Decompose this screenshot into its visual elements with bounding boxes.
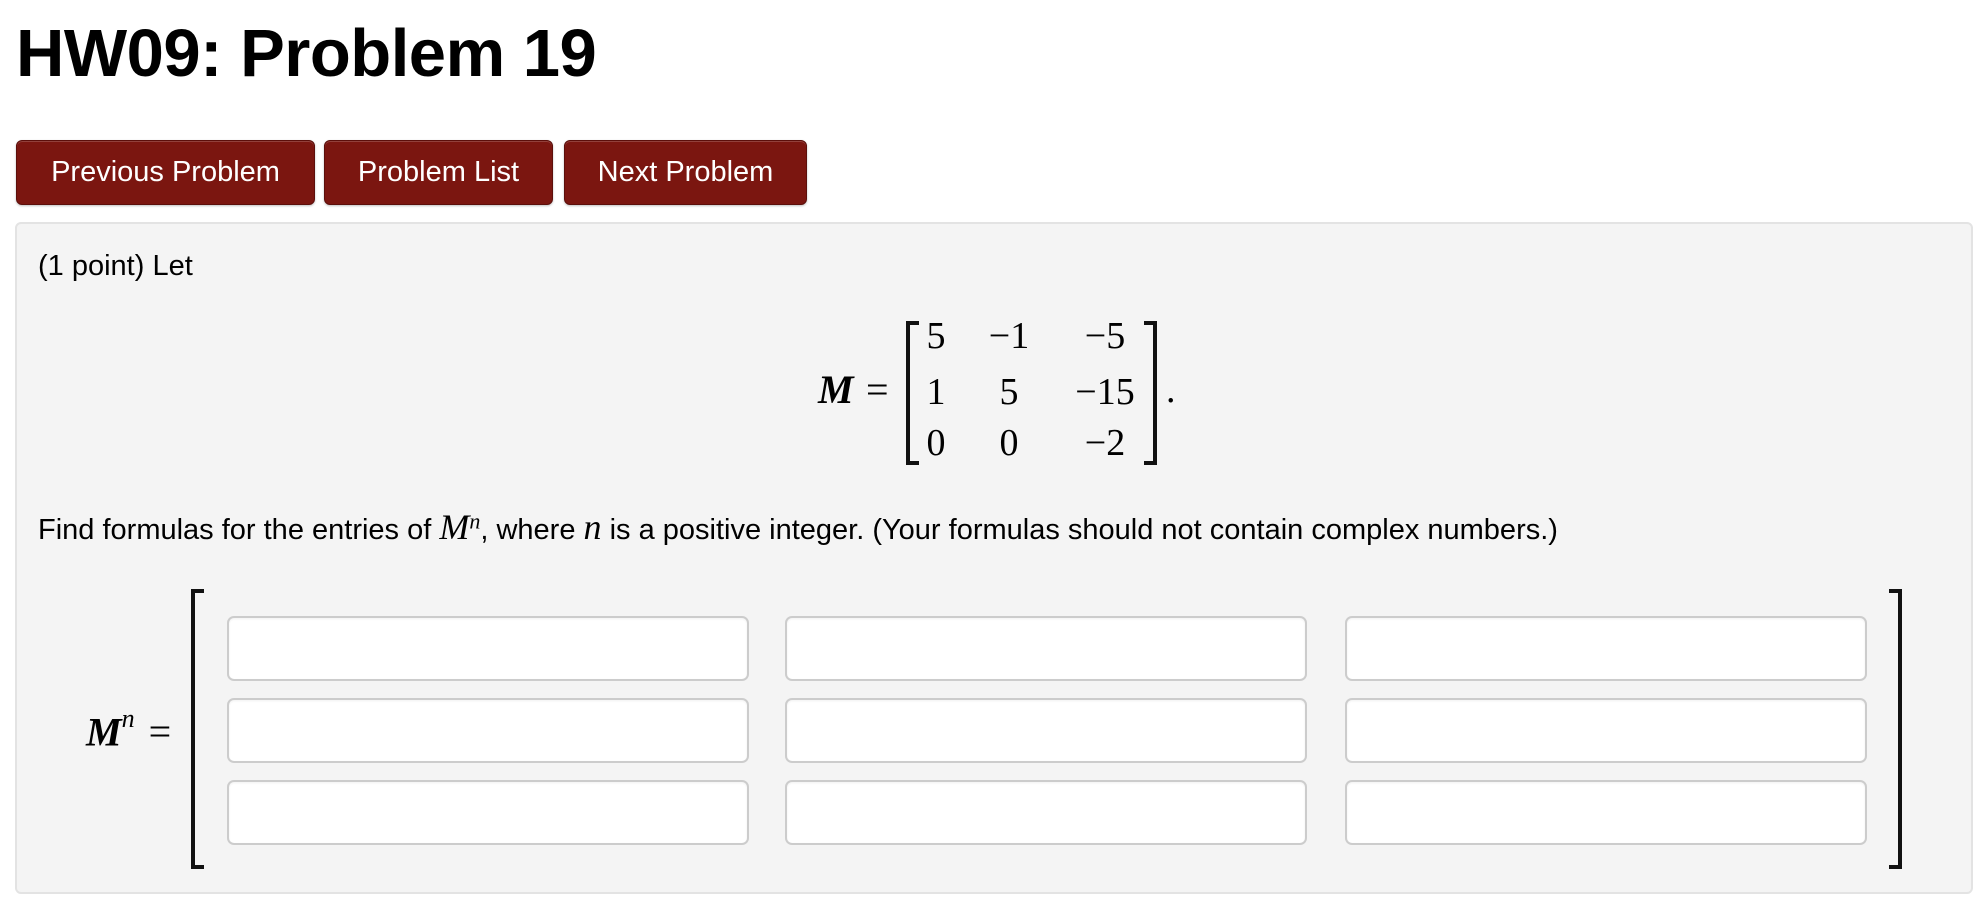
answer-input-r3c2[interactable] [785,780,1307,845]
problem-list-button[interactable]: Problem List [324,140,553,205]
matrix-cell: 5 [926,315,946,357]
problem-intro: (1 point) Let [38,250,193,282]
instructions-suffix: is a positive integer. (Your formulas sh… [601,514,1558,546]
matrix-cell: −15 [1075,371,1135,413]
right-bracket [1144,321,1157,465]
instructions-middle: , where [480,514,584,546]
answer-left-bracket [191,589,204,869]
matrix-cell: 1 [926,371,946,413]
answer-input-r1c3[interactable] [1345,616,1867,681]
answer-input-r2c3[interactable] [1345,698,1867,763]
previous-problem-button[interactable]: Previous Problem [16,140,315,205]
matrix-symbol: M [818,367,854,412]
answer-input-r1c2[interactable] [785,616,1307,681]
answer-label-exponent: n [121,704,135,733]
answer-label: Mn = [86,704,172,755]
matrix-cell: 0 [926,422,946,464]
variable-n: n [583,507,602,547]
matrix-period: . [1166,369,1176,411]
matrix-cell: −1 [988,315,1030,357]
matrix-cell: 0 [999,422,1019,464]
instructions-prefix: Find formulas for the entries of [38,514,440,546]
answer-right-bracket [1889,589,1902,869]
equals-sign: = [866,367,889,412]
answer-input-r1c1[interactable] [227,616,749,681]
answer-input-r3c3[interactable] [1345,780,1867,845]
matrix-power-symbol: M [439,507,470,547]
matrix-cell: −2 [1084,422,1126,464]
answer-input-r2c2[interactable] [785,698,1307,763]
next-problem-button[interactable]: Next Problem [564,140,807,205]
answer-input-r3c1[interactable] [227,780,749,845]
matrix-cell: 5 [999,371,1019,413]
page-title: HW09: Problem 19 [16,16,597,91]
matrix-cell: −5 [1084,315,1126,357]
answer-input-r2c1[interactable] [227,698,749,763]
answer-label-equals: = [148,709,172,755]
answer-label-symbol: M [86,709,122,755]
instructions: Find formulas for the entries of Mn, whe… [38,506,1558,548]
exponent: n [469,508,481,534]
